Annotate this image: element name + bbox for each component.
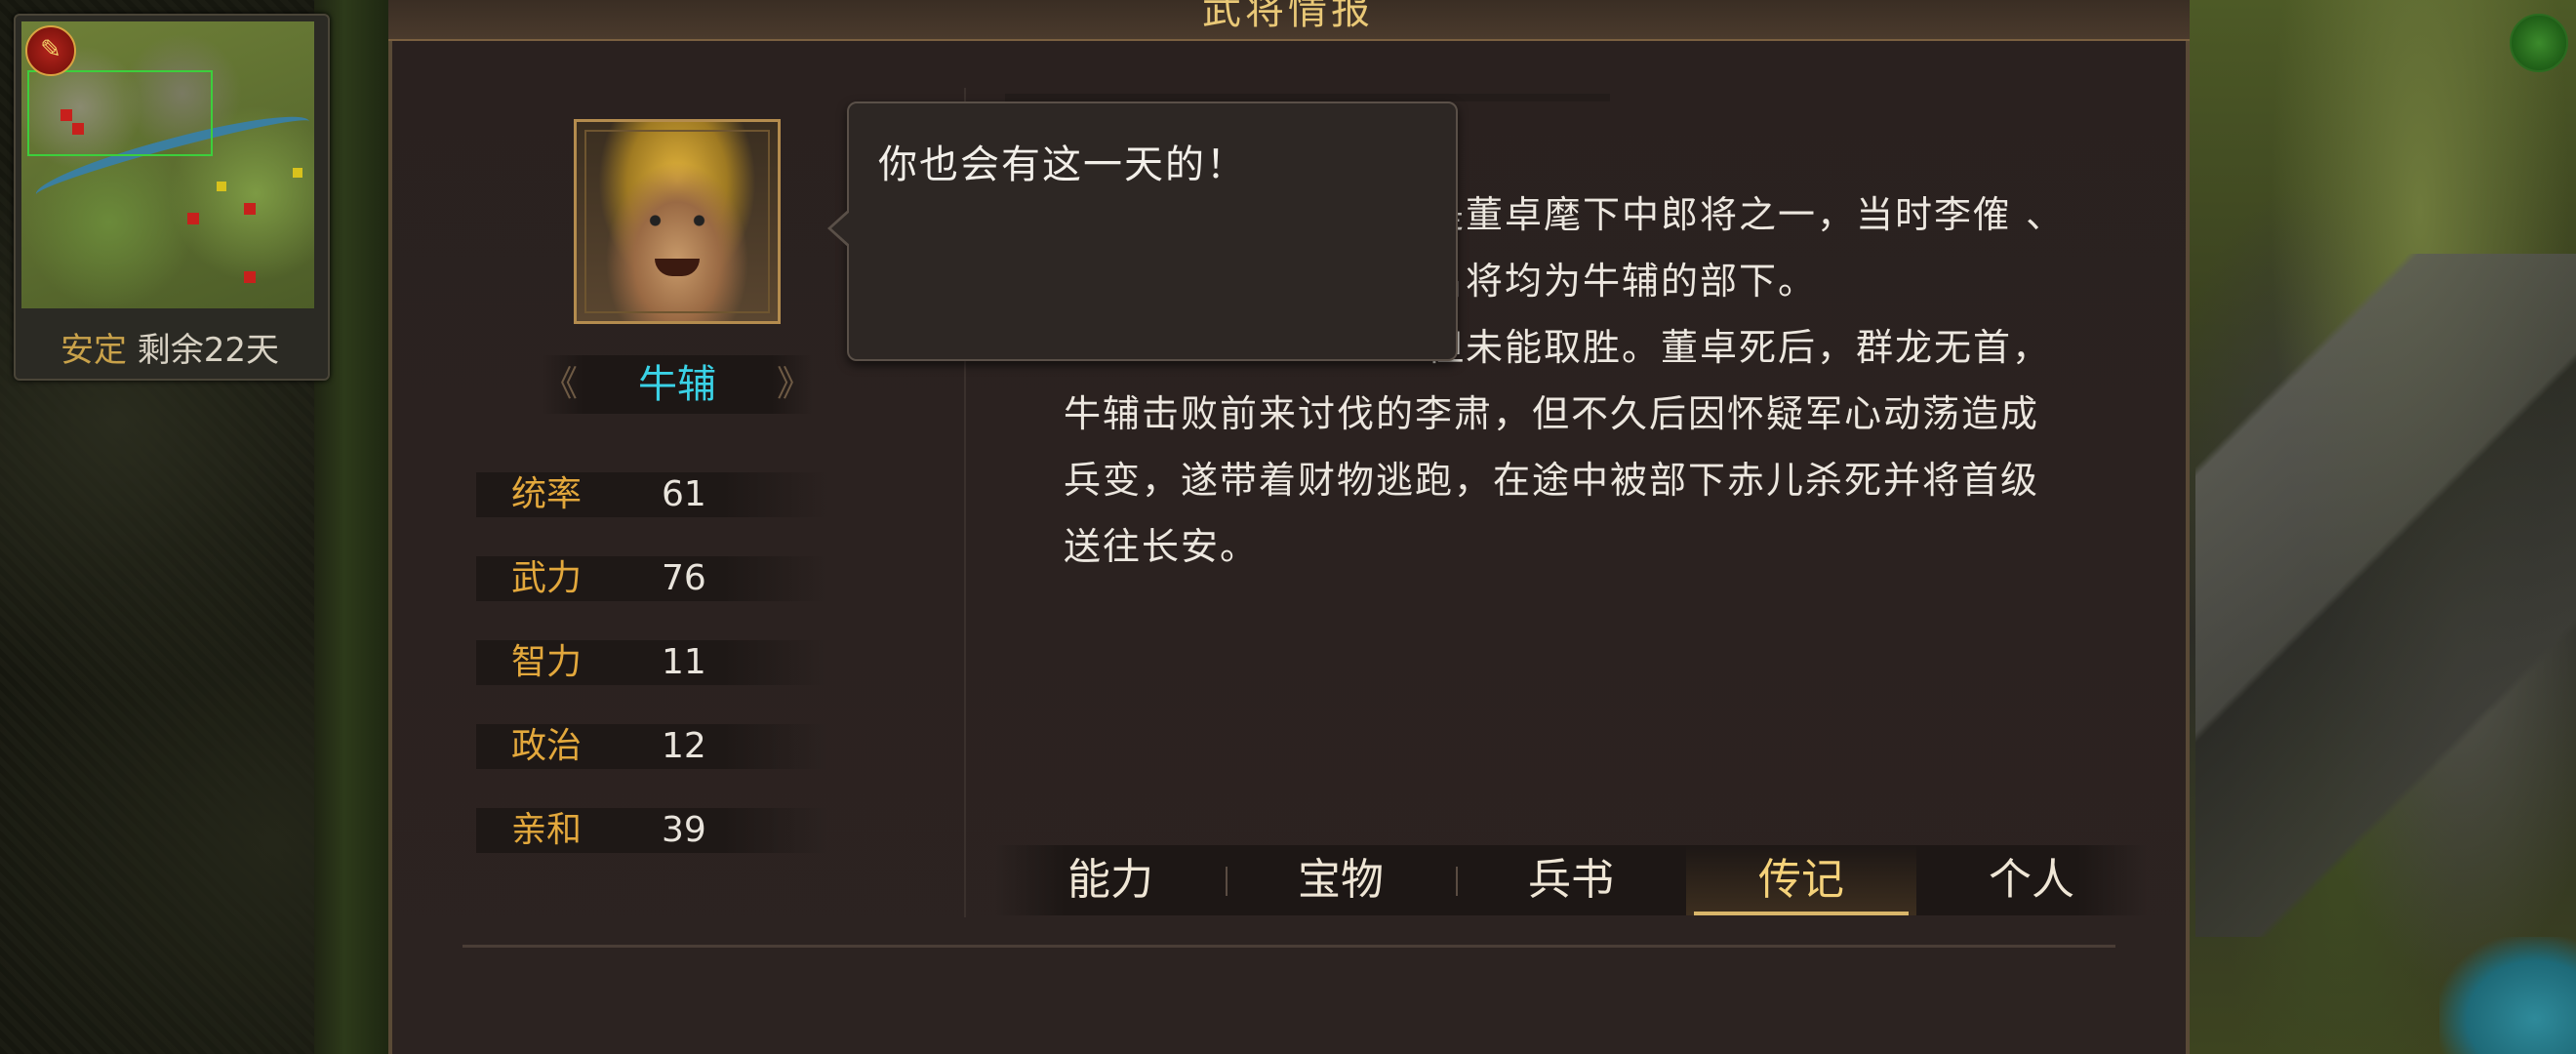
stat-label: 亲和 [511,810,583,850]
stat-value: 11 [662,642,706,682]
portrait-eyes [633,214,721,227]
tab-ability[interactable]: 能力 [995,845,1226,915]
bottom-divider [463,945,2115,948]
tab-treasure[interactable]: 宝物 [1226,845,1456,915]
tab-military-book[interactable]: 兵书 [1456,845,1686,915]
general-portrait [574,119,781,324]
stat-value: 39 [662,810,706,850]
minimap-red-marker [244,203,256,215]
bio-line: 送往长安。 [1064,525,1260,568]
stat-row-politics: 政治 12 [476,724,827,769]
tab-biography[interactable]: 传记 [1686,845,1916,915]
stat-value: 76 [662,558,706,598]
stat-value: 61 [662,474,706,514]
minimap-yellow-marker [293,168,302,178]
green-marker-icon[interactable] [2510,14,2568,72]
minimap-toggle-icon[interactable]: ✎ [25,25,76,76]
panel-title: 武将情报 [1202,0,1374,33]
water-terrain [2439,937,2576,1054]
minimap-red-marker [244,271,256,283]
bio-line: 牛辅击败前来讨伐的李肃，但不久后因怀疑军心动荡造成 [1064,392,2040,435]
minimap-viewport-box[interactable] [27,70,213,156]
minimap-status: 安定 剩余22天 [14,324,326,377]
minimap-red-marker [60,109,72,121]
stat-label: 政治 [511,726,583,766]
stat-label: 统率 [511,474,583,514]
bio-header-strip [1005,94,1610,101]
next-general-icon[interactable]: 》 [777,355,812,414]
minimap-red-marker [187,213,199,224]
speech-bubble-tail-inner [831,211,851,246]
stat-row-leadership: 统率 61 [476,472,827,517]
stat-value: 12 [662,726,706,766]
stat-label: 武力 [511,558,583,598]
stability-label: 安定 [60,331,127,370]
stat-row-force: 武力 76 [476,556,827,601]
days-remaining: 剩余22天 [137,331,280,370]
speech-bubble-text: 你也会有这一天的！ [878,142,1247,187]
bio-line: 兵变，遂带着财物逃跑，在途中被部下赤儿杀死并将首级 [1064,459,2040,502]
speech-bubble: 你也会有这一天的！ [827,101,1458,361]
general-name-bar: 《 牛辅 》 [543,355,812,414]
stat-row-intelligence: 智力 11 [476,640,827,685]
minimap-red-marker [72,123,84,135]
info-tabs: 能力 宝物 兵书 传记 个人 [995,845,2147,915]
stat-row-affinity: 亲和 39 [476,808,827,853]
stat-label: 智力 [511,642,583,682]
general-name: 牛辅 [638,362,716,407]
mountain-terrain [2195,254,2576,937]
tab-personal[interactable]: 个人 [1916,845,2147,915]
prev-general-icon[interactable]: 《 [543,355,578,414]
minimap-yellow-marker [217,182,226,191]
